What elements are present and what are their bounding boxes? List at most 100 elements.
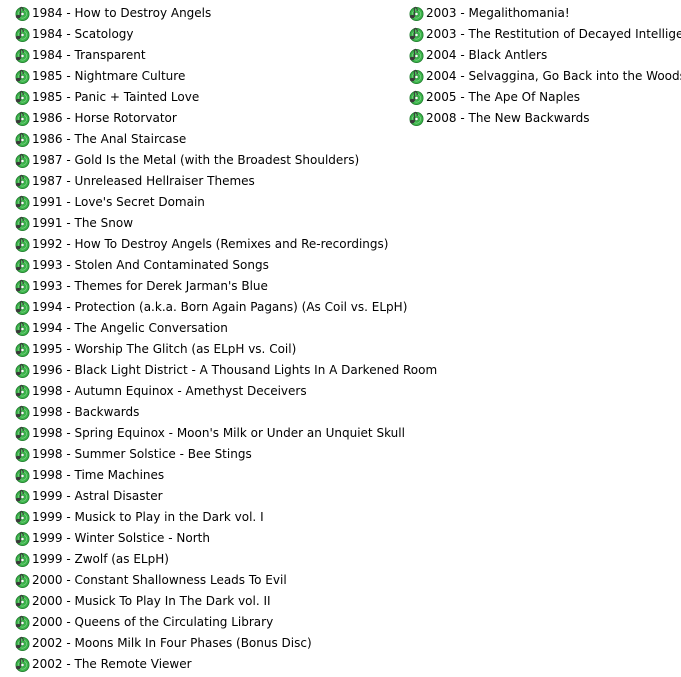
- folder-item-label: 1995 - Worship The Glitch (as ELpH vs. C…: [32, 341, 297, 356]
- music-folder-icon: [15, 111, 30, 126]
- folder-item-label: 1999 - Winter Solstice - North: [32, 530, 210, 545]
- folder-item[interactable]: 2002 - Moons Milk In Four Phases (Bonus …: [14, 632, 404, 653]
- folder-item-label: 2000 - Musick To Play In The Dark vol. I…: [32, 593, 271, 608]
- folder-item[interactable]: 1998 - Spring Equinox - Moon's Milk or U…: [14, 422, 405, 443]
- folder-item-label: 1991 - The Snow: [32, 215, 134, 230]
- music-folder-icon: [15, 237, 30, 252]
- music-folder-icon: [15, 6, 30, 21]
- folder-item[interactable]: 1995 - Worship The Glitch (as ELpH vs. C…: [14, 338, 404, 359]
- folder-item-label: 1986 - The Anal Staircase: [32, 131, 187, 146]
- folder-item-label: 1985 - Nightmare Culture: [32, 68, 186, 83]
- folder-item[interactable]: 2003 - The Restitution of Decayed Intell…: [408, 23, 681, 44]
- music-folder-icon: [409, 111, 424, 126]
- folder-item[interactable]: 2002 - The Remote Viewer: [14, 653, 404, 674]
- list-column-2: 2003 - Megalithomania! 2003 - The Restitu…: [408, 2, 681, 128]
- folder-item-label: 1992 - How To Destroy Angels (Remixes an…: [32, 236, 389, 251]
- folder-item[interactable]: 1987 - Gold Is the Metal (with the Broad…: [14, 149, 404, 170]
- folder-item[interactable]: 2005 - The Ape Of Naples: [408, 86, 681, 107]
- folder-item-label: 1984 - Scatology: [32, 26, 134, 41]
- folder-item[interactable]: 1999 - Astral Disaster: [14, 485, 404, 506]
- folder-item-label: 2004 - Selvaggina, Go Back into the Wood…: [426, 68, 681, 83]
- music-folder-icon: [15, 363, 30, 378]
- folder-item-label: 1986 - Horse Rotorvator: [32, 110, 177, 125]
- folder-item-label: 2008 - The New Backwards: [426, 110, 590, 125]
- music-folder-icon: [15, 531, 30, 546]
- folder-item[interactable]: 1984 - Scatology: [14, 23, 404, 44]
- folder-item[interactable]: 2000 - Queens of the Circulating Library: [14, 611, 404, 632]
- folder-item-label: 1999 - Astral Disaster: [32, 488, 163, 503]
- folder-item-label: 1984 - How to Destroy Angels: [32, 5, 212, 20]
- folder-item-label: 1994 - The Angelic Conversation: [32, 320, 228, 335]
- folder-item-label: 2005 - The Ape Of Naples: [426, 89, 581, 104]
- music-folder-icon: [15, 279, 30, 294]
- folder-item[interactable]: 1984 - How to Destroy Angels: [14, 2, 404, 23]
- folder-item[interactable]: 2004 - Black Antlers: [408, 44, 681, 65]
- folder-item[interactable]: 1998 - Summer Solstice - Bee Stings: [14, 443, 404, 464]
- music-folder-icon: [15, 636, 30, 651]
- music-folder-icon: [15, 489, 30, 504]
- folder-item-label: 1993 - Stolen And Contaminated Songs: [32, 257, 269, 272]
- folder-item[interactable]: 1994 - The Angelic Conversation: [14, 317, 404, 338]
- folder-item[interactable]: 1985 - Panic + Tainted Love: [14, 86, 404, 107]
- folder-item[interactable]: 2000 - Musick To Play In The Dark vol. I…: [14, 590, 404, 611]
- folder-item[interactable]: 1991 - The Snow: [14, 212, 404, 233]
- folder-item-label: 1987 - Gold Is the Metal (with the Broad…: [32, 152, 360, 167]
- folder-item[interactable]: 1985 - Nightmare Culture: [14, 65, 404, 86]
- music-folder-icon: [15, 300, 30, 315]
- folder-item-label: 1998 - Backwards: [32, 404, 140, 419]
- music-folder-icon: [15, 447, 30, 462]
- folder-item-label: 2000 - Queens of the Circulating Library: [32, 614, 274, 629]
- folder-item[interactable]: 1999 - Winter Solstice - North: [14, 527, 404, 548]
- music-folder-icon: [15, 174, 30, 189]
- music-folder-icon: [15, 216, 30, 231]
- music-folder-icon: [409, 6, 424, 21]
- music-folder-icon: [15, 552, 30, 567]
- folder-item[interactable]: 1998 - Time Machines: [14, 464, 404, 485]
- folder-list-view: 1984 - How to Destroy Angels 1984 - Scato…: [0, 0, 681, 677]
- folder-item[interactable]: 1998 - Backwards: [14, 401, 404, 422]
- folder-item-label: 1993 - Themes for Derek Jarman's Blue: [32, 278, 268, 293]
- folder-item[interactable]: 1999 - Musick to Play in the Dark vol. I: [14, 506, 404, 527]
- folder-item-label: 2002 - Moons Milk In Four Phases (Bonus …: [32, 635, 312, 650]
- folder-item[interactable]: 2000 - Constant Shallowness Leads To Evi…: [14, 569, 404, 590]
- music-folder-icon: [409, 69, 424, 84]
- folder-item[interactable]: 1993 - Themes for Derek Jarman's Blue: [14, 275, 404, 296]
- folder-item[interactable]: 2008 - The New Backwards: [408, 107, 681, 128]
- folder-item[interactable]: 2004 - Selvaggina, Go Back into the Wood…: [408, 65, 681, 86]
- folder-item[interactable]: 1987 - Unreleased Hellraiser Themes: [14, 170, 404, 191]
- folder-item[interactable]: 1999 - Zwolf (as ELpH): [14, 548, 404, 569]
- folder-item[interactable]: 1992 - How To Destroy Angels (Remixes an…: [14, 233, 404, 254]
- folder-item-label: 1994 - Protection (a.k.a. Born Again Pag…: [32, 299, 408, 314]
- music-folder-icon: [15, 69, 30, 84]
- music-folder-icon: [15, 48, 30, 63]
- folder-item-label: 1999 - Musick to Play in the Dark vol. I: [32, 509, 264, 524]
- music-folder-icon: [15, 258, 30, 273]
- music-folder-icon: [15, 195, 30, 210]
- music-folder-icon: [15, 405, 30, 420]
- folder-item[interactable]: 1996 - Black Light District - A Thousand…: [14, 359, 437, 380]
- folder-item[interactable]: 1993 - Stolen And Contaminated Songs: [14, 254, 404, 275]
- folder-item[interactable]: 1994 - Protection (a.k.a. Born Again Pag…: [14, 296, 408, 317]
- music-folder-icon: [15, 90, 30, 105]
- folder-item[interactable]: 1986 - The Anal Staircase: [14, 128, 404, 149]
- music-folder-icon: [15, 468, 30, 483]
- music-folder-icon: [15, 510, 30, 525]
- folder-item-label: 1985 - Panic + Tainted Love: [32, 89, 200, 104]
- folder-item-label: 1996 - Black Light District - A Thousand…: [32, 362, 438, 377]
- folder-item[interactable]: 1998 - Autumn Equinox - Amethyst Deceive…: [14, 380, 404, 401]
- music-folder-icon: [15, 342, 30, 357]
- folder-item-label: 2003 - The Restitution of Decayed Intell…: [426, 26, 681, 41]
- folder-item-label: 1984 - Transparent: [32, 47, 146, 62]
- folder-item-label: 1987 - Unreleased Hellraiser Themes: [32, 173, 255, 188]
- music-folder-icon: [409, 48, 424, 63]
- folder-item[interactable]: 1984 - Transparent: [14, 44, 404, 65]
- folder-item[interactable]: 1991 - Love's Secret Domain: [14, 191, 404, 212]
- music-folder-icon: [409, 27, 424, 42]
- folder-item-label: 1998 - Summer Solstice - Bee Stings: [32, 446, 252, 461]
- folder-item-label: 2002 - The Remote Viewer: [32, 656, 192, 671]
- music-folder-icon: [15, 594, 30, 609]
- folder-item[interactable]: 1986 - Horse Rotorvator: [14, 107, 404, 128]
- music-folder-icon: [15, 321, 30, 336]
- music-folder-icon: [15, 426, 30, 441]
- folder-item[interactable]: 2003 - Megalithomania!: [408, 2, 681, 23]
